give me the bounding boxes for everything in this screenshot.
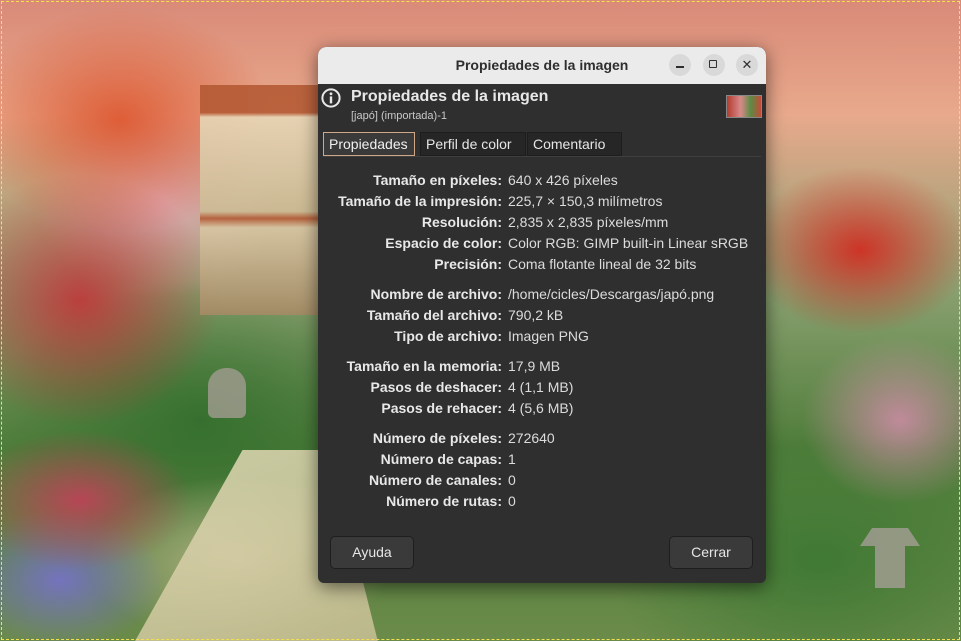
property-row: Número de capas: 1 [318,449,766,469]
property-row: Nombre de archivo: /home/cicles/Descarga… [318,284,766,304]
property-row: Número de píxeles: 272640 [318,428,766,448]
tab-divider [323,156,761,157]
property-value: Imagen PNG [508,328,589,344]
property-label: Espacio de color: [385,235,502,251]
property-label: Número de píxeles: [372,430,502,446]
image-thumbnail [726,95,762,118]
dialog-header: Propiedades de la imagen [japó] (importa… [318,84,766,128]
property-label: Número de capas: [380,451,502,467]
property-label: Tamaño en la memoria: [346,358,502,374]
property-label: Precisión: [434,256,502,272]
property-label: Tamaño en píxeles: [373,172,502,188]
property-value: 4 (5,6 MB) [508,400,574,416]
property-value: 225,7 × 150,3 milímetros [508,193,663,209]
property-row: Tamaño en píxeles: 640 x 426 píxeles [318,170,766,190]
property-label: Tipo de archivo: [394,328,502,344]
window-close-button[interactable]: ✕ [736,54,758,76]
dialog-titlebar[interactable]: Propiedades de la imagen ✕ [318,47,766,84]
property-row: Pasos de deshacer: 4 (1,1 MB) [318,377,766,397]
property-value: /home/cicles/Descargas/japó.png [508,286,715,302]
property-value: 640 x 426 píxeles [508,172,618,188]
property-value: 272640 [508,430,555,446]
property-label: Número de canales: [368,472,502,488]
property-row: Espacio de color: Color RGB: GIMP built-… [318,233,766,253]
property-row: Tipo de archivo: Imagen PNG [318,326,766,346]
property-row: Tamaño de la impresión: 225,7 × 150,3 mi… [318,191,766,211]
property-row: Resolución: 2,835 x 2,835 píxeles/mm [318,212,766,232]
tab-comentario[interactable]: Comentario [527,132,622,156]
dialog-heading: Propiedades de la imagen [351,88,549,105]
property-value: 17,9 MB [508,358,561,374]
tab-perfil-de-color[interactable]: Perfil de color [420,132,526,156]
help-button[interactable]: Ayuda [330,536,414,569]
property-value: Coma flotante lineal de 32 bits [508,256,697,272]
property-row: Número de canales: 0 [318,470,766,490]
property-value: 2,835 x 2,835 píxeles/mm [508,214,669,230]
property-row: Número de rutas: 0 [318,491,766,511]
info-icon [321,88,341,108]
minimize-button[interactable] [669,54,691,76]
property-label: Pasos de deshacer: [370,379,502,395]
property-value: 4 (1,1 MB) [508,379,574,395]
image-name-label: [japó] (importada)-1 [351,110,447,122]
property-row: Pasos de rehacer: 4 (5,6 MB) [318,398,766,418]
property-label: Nombre de archivo: [370,286,502,302]
property-value: 790,2 kB [508,307,564,323]
property-value: 0 [508,493,516,509]
property-value: Color RGB: GIMP built-in Linear sRGB [508,235,749,251]
property-value: 1 [508,451,516,467]
tab-propiedades[interactable]: Propiedades [323,132,415,156]
close-button[interactable]: Cerrar [669,536,753,569]
property-label: Pasos de rehacer: [381,400,502,416]
property-label: Resolución: [421,214,502,230]
maximize-icon [709,60,717,68]
image-properties-dialog: Propiedades de la imagen ✕ Propiedades d… [318,47,766,583]
property-label: Tamaño de la impresión: [338,193,502,209]
property-row: Tamaño del archivo: 790,2 kB [318,305,766,325]
dialog-window-title: Propiedades de la imagen [455,57,629,73]
maximize-button[interactable] [703,54,725,76]
property-label: Número de rutas: [386,493,502,509]
property-row: Tamaño en la memoria: 17,9 MB [318,356,766,376]
property-value: 0 [508,472,516,488]
close-icon: ✕ [741,57,753,72]
property-row: Precisión: Coma flotante lineal de 32 bi… [318,254,766,274]
minimize-icon [676,66,684,68]
property-label: Tamaño del archivo: [366,307,502,323]
